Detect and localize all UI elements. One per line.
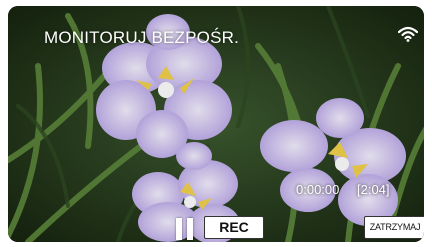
recording-timecode: 0:00:00 [2:04] xyxy=(296,182,390,197)
remaining-time: [2:04] xyxy=(357,182,390,197)
pause-bar-left xyxy=(176,218,182,240)
pause-icon[interactable] xyxy=(176,218,194,240)
stop-button[interactable]: ZATRZYMAJ xyxy=(364,216,424,239)
elapsed-time: 0:00:00 xyxy=(296,182,340,197)
mode-title: MONITORUJ BEZPOŚR. xyxy=(44,28,240,47)
rec-button[interactable]: REC xyxy=(204,216,264,239)
wifi-icon xyxy=(398,26,418,42)
pause-bar-right xyxy=(187,218,193,240)
camera-screen: MONITORUJ BEZPOŚR. 0:00:00 [2:04] REC ZA… xyxy=(8,6,424,242)
